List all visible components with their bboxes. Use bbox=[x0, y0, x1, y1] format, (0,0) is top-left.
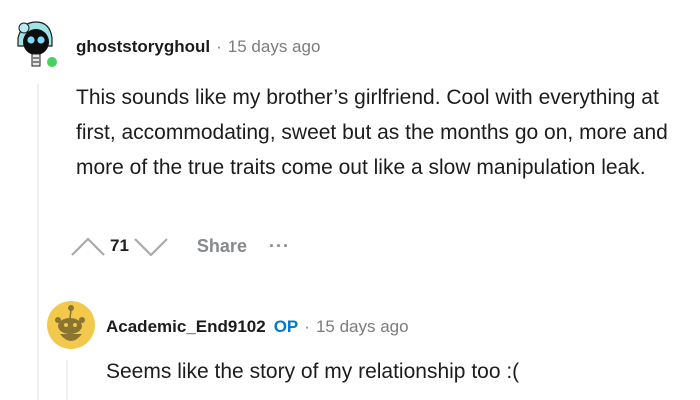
more-options-button[interactable]: ··· bbox=[269, 236, 290, 257]
share-button[interactable]: Share bbox=[197, 236, 247, 257]
comment-actions: 71 Share ··· bbox=[68, 229, 290, 263]
meta-separator: · bbox=[216, 37, 222, 56]
vote-count: 71 bbox=[110, 236, 129, 255]
reply-thread-line[interactable] bbox=[66, 360, 68, 400]
op-badge: OP bbox=[273, 317, 299, 336]
snoo-avatar-icon bbox=[47, 301, 95, 349]
comment-author-link[interactable]: ghoststoryghoul bbox=[76, 37, 210, 56]
reply-timestamp[interactable]: 15 days ago bbox=[316, 317, 409, 336]
online-status-icon bbox=[45, 55, 59, 69]
reply-author-link[interactable]: Academic_End9102 bbox=[106, 317, 266, 336]
user-avatar[interactable] bbox=[12, 16, 64, 72]
reply-meta: Academic_End9102 OP · 15 days ago bbox=[106, 317, 409, 337]
ghost-avatar-icon bbox=[17, 21, 59, 69]
reply-avatar[interactable] bbox=[46, 300, 96, 350]
reply-body: Seems like the story of my relationship … bbox=[106, 360, 520, 383]
comment-thread-line[interactable] bbox=[37, 84, 39, 400]
meta-separator: · bbox=[304, 317, 310, 336]
comment-body: This sounds like my brother’s girlfriend… bbox=[76, 86, 668, 179]
comment-timestamp[interactable]: 15 days ago bbox=[228, 37, 321, 56]
downvote-icon[interactable] bbox=[131, 231, 171, 261]
upvote-icon[interactable] bbox=[68, 231, 108, 261]
comment-meta: ghoststoryghoul · 15 days ago bbox=[76, 37, 320, 57]
